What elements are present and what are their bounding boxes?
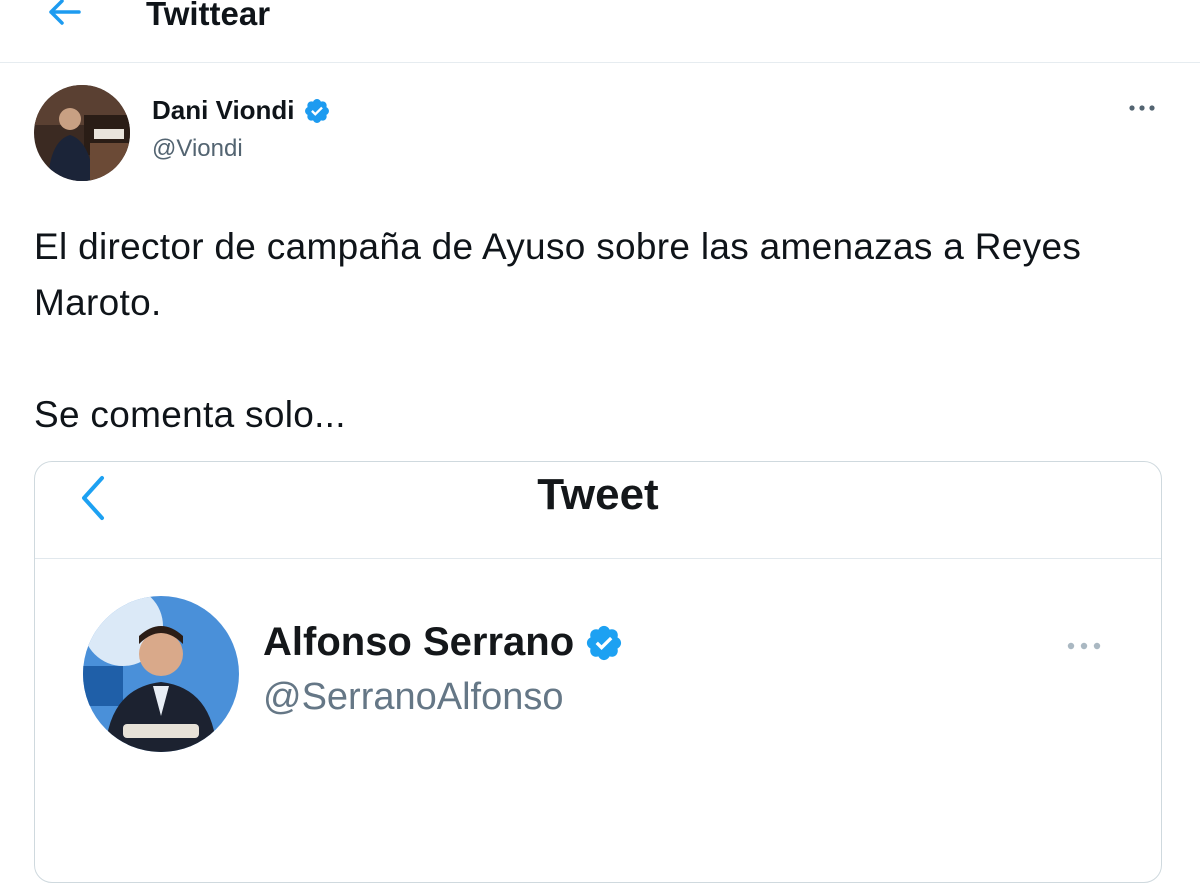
embedded-header: Tweet	[35, 462, 1161, 559]
tweet-text-paragraph: El director de campaña de Ayuso sobre la…	[34, 226, 1082, 323]
page-title: Twittear	[146, 0, 271, 32]
author-name[interactable]: Dani Viondi	[152, 95, 295, 126]
tweet-text-paragraph: Se comenta solo...	[34, 394, 346, 435]
embedded-author-avatar	[83, 596, 239, 752]
back-arrow-icon[interactable]	[44, 0, 84, 30]
verified-badge-icon	[304, 98, 329, 123]
author-handle: @Viondi	[152, 135, 243, 162]
embedded-more-icon	[1059, 634, 1109, 658]
verified-badge-icon	[587, 625, 622, 660]
tweet: Dani Viondi @Viondi El director de campa…	[0, 63, 1200, 883]
author-name-row: Dani Viondi	[152, 95, 331, 126]
embedded-screenshot[interactable]: Tweet Alfonso Serrano @SerranoAlfonso	[34, 461, 1162, 883]
embedded-author-name-row: Alfonso Serrano	[263, 620, 624, 665]
embedded-author-name: Alfonso Serrano	[263, 620, 575, 664]
tweet-text: El director de campaña de Ayuso sobre la…	[34, 219, 1164, 443]
author-avatar[interactable]	[34, 85, 130, 181]
embedded-title: Tweet	[537, 470, 659, 519]
embedded-author-handle: @SerranoAlfonso	[263, 676, 564, 718]
more-options-icon[interactable]	[1120, 93, 1164, 123]
top-bar: Twittear	[0, 0, 1200, 63]
